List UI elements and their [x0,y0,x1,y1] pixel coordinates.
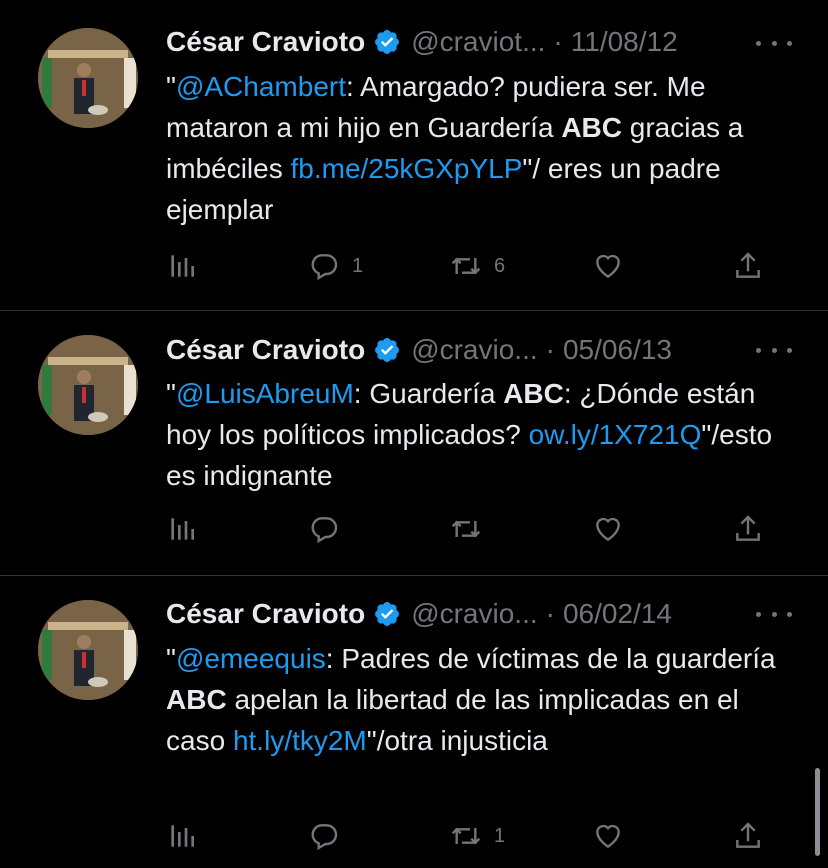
mention-link[interactable]: @LuisAbreuM [176,378,354,409]
share-icon [736,252,760,278]
tweet-header: César Cravioto @cravio... · 05/06/13 [166,330,768,370]
separator: · [553,26,563,57]
retweet-count: 1 [494,824,506,847]
views-button[interactable] [166,246,198,286]
views-icon [171,255,194,277]
retweet-icon [451,520,481,538]
url-link[interactable]: ow.ly/1X721Q [529,419,702,450]
reply-icon [311,254,338,281]
share-button[interactable] [732,246,764,286]
url-link[interactable]: fb.me/25kGXpYLP [290,153,522,184]
reply-count: 1 [352,254,364,277]
like-button[interactable] [592,816,624,856]
tweet-actions: 1 6 [166,246,776,286]
reply-button[interactable] [308,816,352,856]
like-icon [596,254,620,279]
mention-link[interactable]: @emeequis [176,643,326,674]
more-icon[interactable] [756,599,792,629]
like-icon [596,824,620,849]
tweet[interactable]: César Cravioto @craviot... · 11/08/12 "@… [0,0,828,310]
avatar[interactable] [38,600,138,700]
display-name[interactable]: César Cravioto [166,334,365,366]
retweet-button[interactable]: 1 [450,816,505,856]
retweet-icon [451,257,481,275]
avatar[interactable] [38,335,138,435]
retweet-icon [451,827,481,845]
more-icon[interactable] [756,335,792,365]
tweet-actions [166,509,776,549]
avatar[interactable] [38,28,138,128]
like-button[interactable] [592,246,624,286]
display-name[interactable]: César Cravioto [166,598,365,630]
share-icon [736,515,760,541]
share-button[interactable] [732,509,764,549]
handle[interactable]: @craviot... [411,26,545,58]
retweet-button[interactable] [450,509,494,549]
tweet-header: César Cravioto @cravio... · 06/02/14 [166,594,768,634]
like-icon [596,517,620,542]
timestamp[interactable]: 11/08/12 [571,26,678,58]
retweet-count: 6 [494,254,506,277]
tweet-header: César Cravioto @craviot... · 11/08/12 [166,22,768,62]
reply-button[interactable] [308,509,352,549]
reply-button[interactable]: 1 [308,246,363,286]
views-button[interactable] [166,816,198,856]
more-icon[interactable] [756,28,792,58]
reply-icon [311,824,338,851]
views-icon [171,518,194,540]
separator: · [545,334,555,365]
separator: · [545,598,555,629]
tweet-actions: 1 [166,816,776,856]
like-button[interactable] [592,509,624,549]
views-icon [171,825,194,847]
timestamp[interactable]: 05/06/13 [563,334,672,366]
tweet[interactable]: César Cravioto @cravio... · 05/06/13 "@L… [0,311,828,575]
tweet-text: "@AChambert: Amargado? pudiera ser. Me m… [166,71,744,225]
verified-badge-icon [373,600,401,628]
timestamp[interactable]: 06/02/14 [563,598,672,630]
share-button[interactable] [732,816,764,856]
tweet[interactable]: César Cravioto @cravio... · 06/02/14 "@e… [0,576,828,868]
mention-link[interactable]: @AChambert [176,71,346,102]
verified-badge-icon [373,336,401,364]
reply-icon [311,517,338,544]
url-link[interactable]: ht.ly/tky2M [233,725,367,756]
verified-badge-icon [373,28,401,56]
tweet-text: "@LuisAbreuM: Guardería ABC: ¿Dónde está… [166,378,773,491]
share-icon [736,822,760,848]
views-button[interactable] [166,509,198,549]
retweet-button[interactable]: 6 [450,246,505,286]
handle[interactable]: @cravio... [411,334,537,366]
handle[interactable]: @cravio... [411,598,537,630]
tweet-text: "@emeequis: Padres de víctimas de la gua… [166,643,776,756]
scrollbar[interactable] [815,768,820,856]
display-name[interactable]: César Cravioto [166,26,365,58]
